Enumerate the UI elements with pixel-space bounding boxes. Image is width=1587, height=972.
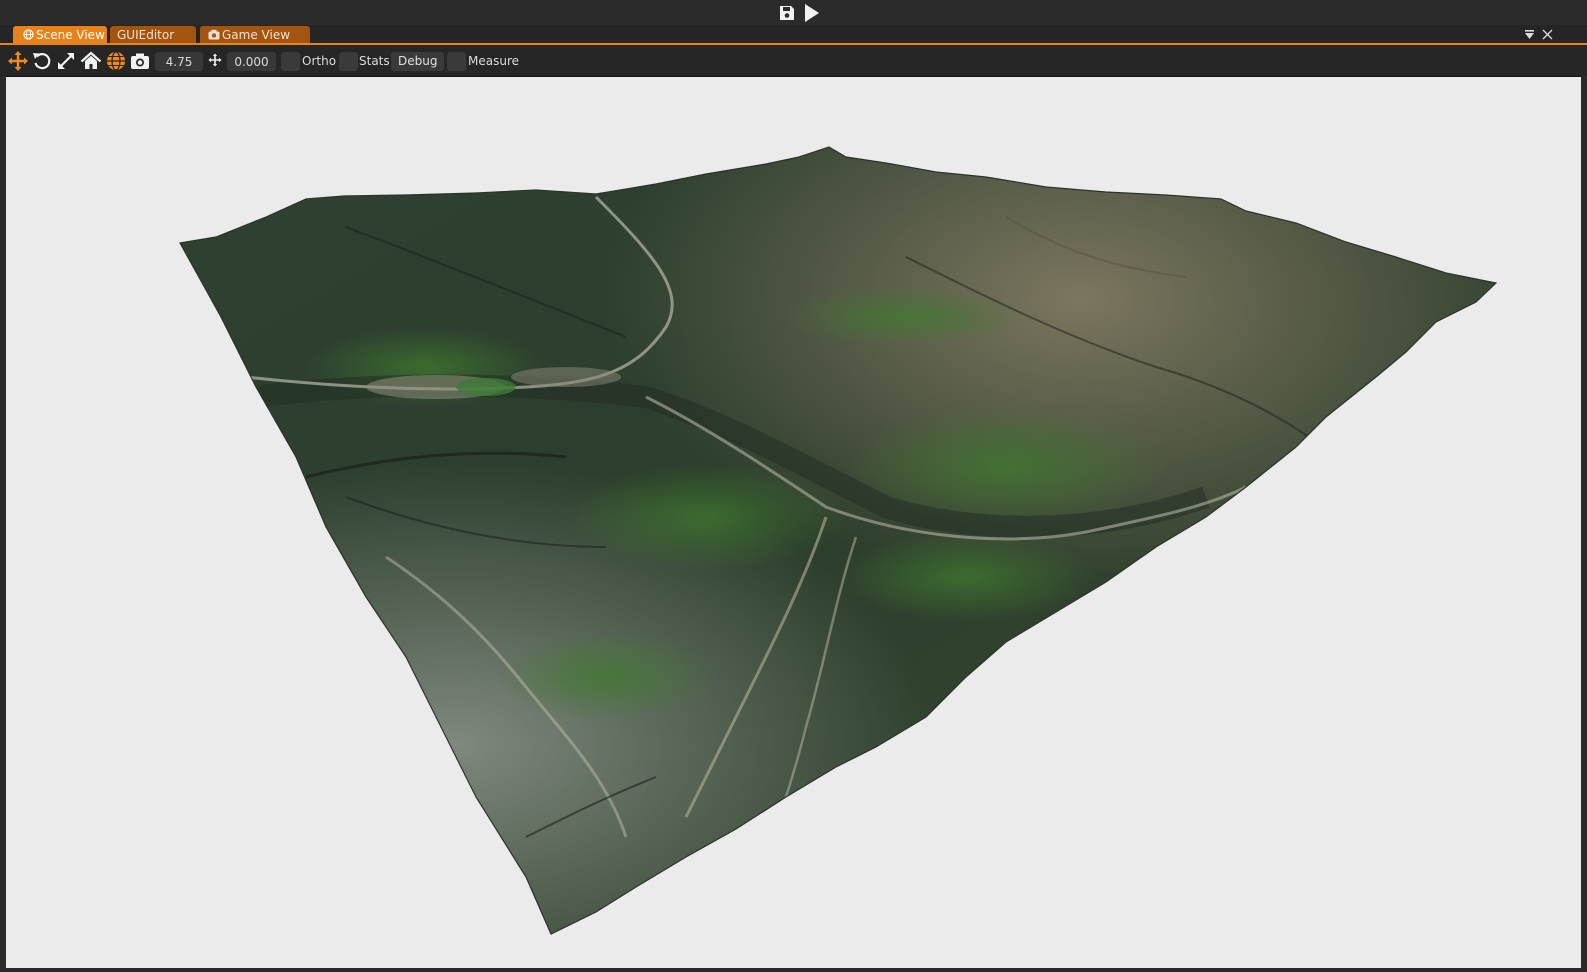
- camera-speed-field[interactable]: [155, 52, 203, 71]
- globe-icon: [23, 29, 34, 40]
- stats-label: Stats: [359, 54, 390, 68]
- ortho-checkbox[interactable]: [281, 52, 300, 71]
- tab-label: Game View: [222, 27, 291, 42]
- play-icon: [805, 4, 819, 22]
- snap-move-icon: [208, 53, 222, 67]
- tab-scene-view[interactable]: Scene View: [13, 26, 107, 43]
- scene-toolbar: Ortho Stats Debug Measure: [0, 45, 1587, 76]
- dock-menu-button[interactable]: [1521, 26, 1537, 42]
- camera-icon: [208, 29, 220, 40]
- home-icon: [80, 51, 102, 69]
- move-tool-button[interactable]: [7, 50, 29, 72]
- right-border: [1581, 76, 1587, 972]
- bottom-border: [0, 968, 1587, 972]
- rotate-tool-button[interactable]: [31, 50, 53, 72]
- debug-button[interactable]: Debug: [391, 52, 445, 71]
- measure-label: Measure: [468, 54, 519, 68]
- rotate-icon: [33, 53, 51, 70]
- tab-game-view[interactable]: Game View: [200, 26, 310, 43]
- editor-window: Scene View GUIEditor Game View 4.75 0.00…: [0, 0, 1587, 972]
- ortho-label: Ortho: [302, 54, 337, 68]
- tab-label: Scene View: [36, 27, 105, 42]
- terrain-mesh[interactable]: [6, 77, 1581, 969]
- home-view-button[interactable]: [80, 50, 102, 72]
- measure-checkbox[interactable]: [447, 52, 466, 71]
- tab-label: GUIEditor: [117, 27, 175, 42]
- main-toolbar: [0, 0, 1587, 25]
- world-space-icon: [107, 51, 125, 71]
- dock-tab-bar: Scene View GUIEditor Game View: [0, 25, 1587, 45]
- world-space-button[interactable]: [105, 50, 127, 72]
- screenshot-camera-icon: [131, 53, 149, 69]
- dropdown-menu-icon: [1524, 29, 1534, 39]
- scene-viewport[interactable]: [6, 76, 1581, 969]
- floppy-disk-icon: [780, 6, 794, 20]
- play-button[interactable]: [800, 2, 822, 24]
- move-gizmo-icon: [8, 51, 28, 71]
- dock-close-button[interactable]: [1539, 26, 1555, 42]
- stats-checkbox[interactable]: [339, 52, 358, 71]
- screenshot-button[interactable]: [129, 50, 151, 72]
- save-button[interactable]: [776, 2, 798, 24]
- tab-gui-editor[interactable]: GUIEditor: [110, 26, 196, 43]
- snap-value-field[interactable]: [227, 52, 276, 71]
- scale-icon: [58, 53, 74, 69]
- close-icon: [1542, 29, 1552, 39]
- scale-tool-button[interactable]: [55, 50, 77, 72]
- snap-toggle-button[interactable]: [204, 49, 226, 71]
